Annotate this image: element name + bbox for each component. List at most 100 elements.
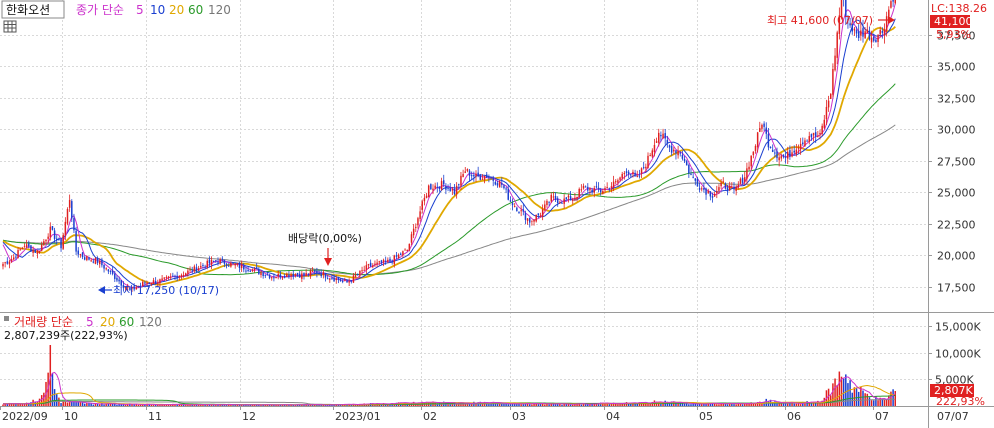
volume-bar xyxy=(776,403,778,406)
volume-bar xyxy=(892,389,894,406)
ma20-legend: 20 xyxy=(169,3,184,17)
low-annotation: 최저 17,250 (10/17) xyxy=(113,284,219,297)
volume-tick-label: 15,000K xyxy=(935,321,981,334)
volume-bar xyxy=(862,390,864,406)
month-label: 02 xyxy=(423,410,437,423)
volume-bar xyxy=(808,403,810,406)
volume-bar xyxy=(103,404,105,406)
volume-legend-label: 거래량 단순 xyxy=(14,315,73,329)
month-label: 12 xyxy=(242,410,256,423)
volume-bar xyxy=(247,405,249,406)
volume-bar xyxy=(853,387,856,406)
candle xyxy=(430,183,432,190)
volume-bar xyxy=(883,399,886,406)
volume-bar xyxy=(86,403,88,406)
volume-bar xyxy=(137,404,140,406)
volume-bar xyxy=(537,404,540,406)
volume-bar xyxy=(68,402,71,406)
price-tick-label: 30,000 xyxy=(937,124,976,137)
volume-bar xyxy=(696,404,699,406)
volume-bar xyxy=(610,404,613,406)
volume-bar xyxy=(152,405,155,406)
volume-pct: 222,93% xyxy=(936,395,985,408)
volume-bar xyxy=(212,405,215,406)
volume-bar xyxy=(847,383,849,406)
ma120-legend: 120 xyxy=(208,3,231,17)
volume-collapse-icon[interactable] xyxy=(4,316,9,321)
stock-chart: 17,500 20,000 22,500 25,000 27,500 30,000 32,5… xyxy=(0,0,994,428)
volume-bar xyxy=(580,404,583,406)
candle xyxy=(561,202,563,204)
change-pct: 5,93% xyxy=(936,28,971,41)
candle xyxy=(535,214,537,223)
candle xyxy=(66,207,69,226)
volume-bar xyxy=(795,403,798,406)
candle xyxy=(724,182,727,190)
month-label: 11 xyxy=(148,410,162,423)
volume-bar xyxy=(62,401,64,406)
volume-bar xyxy=(507,404,509,406)
stock-name: 한화오션 xyxy=(6,3,50,17)
ma5-legend: 5 xyxy=(136,3,144,17)
volume-bar xyxy=(561,404,563,406)
volume-bar xyxy=(741,404,744,406)
volume-bar xyxy=(94,403,97,406)
volume-bar xyxy=(286,405,288,406)
volume-tick-label: 10,000K xyxy=(935,348,981,361)
volume-bar xyxy=(726,404,729,406)
volume-bar xyxy=(520,404,522,406)
volume-bar xyxy=(716,404,718,406)
volume-bar xyxy=(608,404,611,406)
volume-bar xyxy=(870,400,873,406)
volume-bar xyxy=(271,405,273,406)
candle xyxy=(427,184,430,198)
volume-bar xyxy=(114,403,116,406)
volume-bar xyxy=(509,404,512,406)
month-label: 06 xyxy=(787,410,801,423)
volume-bar xyxy=(888,395,890,406)
volume-bar xyxy=(66,402,69,406)
volume-bar xyxy=(99,404,101,406)
volume-bar xyxy=(857,391,860,406)
ma-legend-label: 종가 단순 xyxy=(76,3,124,17)
ma10-legend: 10 xyxy=(150,3,165,17)
volume-bar xyxy=(565,404,568,406)
volume-bar xyxy=(38,398,41,406)
candle xyxy=(62,232,64,250)
volume-bar xyxy=(855,388,858,406)
candle xyxy=(408,243,411,252)
last-date-label: 07/07 xyxy=(937,410,969,423)
volume-bar xyxy=(531,404,533,406)
volume-bar xyxy=(701,404,703,406)
grid-toggle-icon[interactable] xyxy=(3,20,17,33)
month-label: 04 xyxy=(606,410,620,423)
volume-bar xyxy=(116,404,118,406)
candle xyxy=(94,257,97,265)
candle xyxy=(51,225,54,231)
dividend-annotation: 배당락(0,00%) xyxy=(288,232,362,245)
volume-bar xyxy=(584,404,587,406)
month-axis-labels: 2022/09 10 11 12 2023/01 02 03 04 05 06 07 07/07 xyxy=(0,406,969,423)
candle xyxy=(30,244,32,253)
volume-bar xyxy=(79,402,82,406)
volume-bar xyxy=(81,402,84,406)
volume-bar xyxy=(53,389,56,406)
volume-bar xyxy=(73,401,75,406)
volume-bar xyxy=(868,397,871,406)
high-annotation: 최고 41,600 (07/07) xyxy=(767,14,873,27)
volume-bar xyxy=(787,403,789,406)
volume-bar xyxy=(587,404,589,406)
price-tick-label: 32,500 xyxy=(937,93,976,106)
month-label: 2022/09 xyxy=(2,410,48,423)
volume-bar xyxy=(617,404,619,406)
ma60-legend: 60 xyxy=(188,3,203,17)
vol-ma20-legend: 20 xyxy=(100,315,115,329)
month-label: 07 xyxy=(875,410,889,423)
volume-bar xyxy=(885,399,888,406)
volume-bar xyxy=(799,404,802,406)
price-tick-label: 22,500 xyxy=(937,219,976,232)
volume-info: 2,807,239주(222,93%) xyxy=(4,329,128,342)
vol-ma5-legend: 5 xyxy=(86,315,94,329)
volume-axis-ticks: 5,000K10,000K15,000K xyxy=(928,321,981,387)
volume-bar xyxy=(619,404,621,406)
